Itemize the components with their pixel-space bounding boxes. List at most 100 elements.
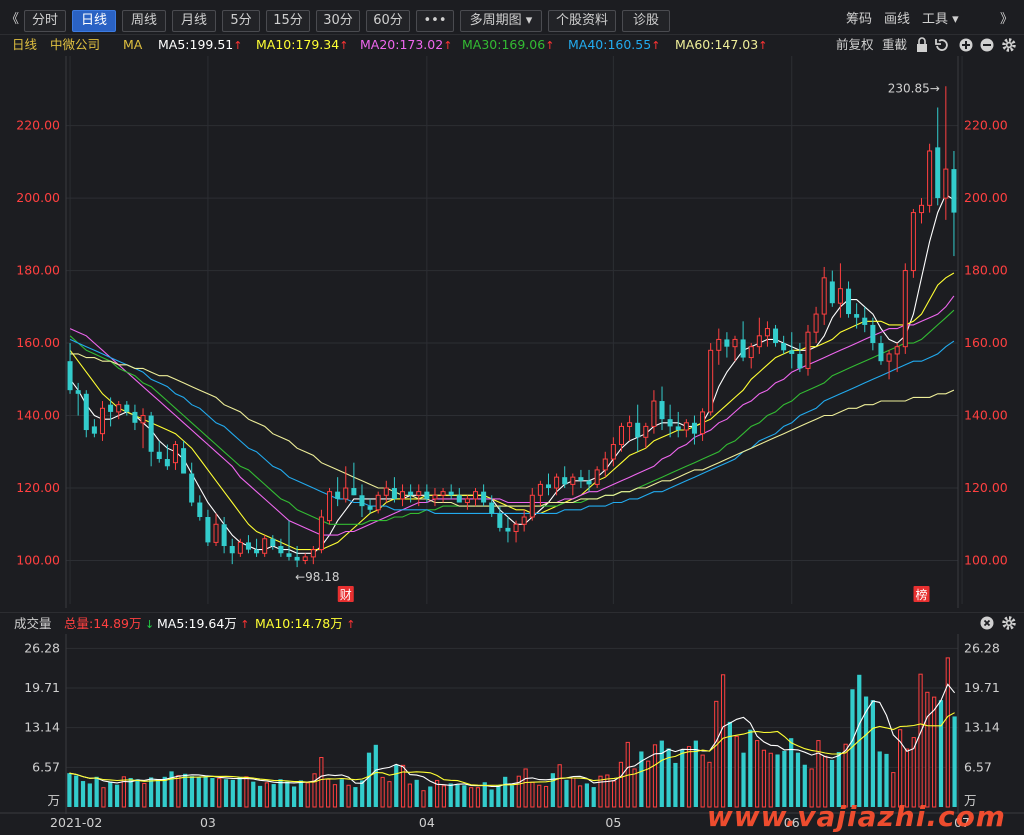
tab-3[interactable]: 月线 xyxy=(172,10,216,32)
x-tick-label: 04 xyxy=(419,815,435,830)
volume-bar xyxy=(605,774,610,808)
volume-bar xyxy=(101,787,106,808)
vol-y-tick-right: 19.71 xyxy=(964,680,1000,695)
close-icon[interactable] xyxy=(980,616,994,630)
volume-bar xyxy=(761,749,767,808)
volume-bar xyxy=(421,790,426,808)
y-tick-label-right: 140.00 xyxy=(964,408,1008,423)
zoom-in-icon[interactable] xyxy=(959,38,973,52)
tab-7[interactable]: 60分 xyxy=(366,10,410,32)
volume-bar xyxy=(571,777,576,808)
candle-body xyxy=(537,483,543,496)
volume-bar xyxy=(462,785,467,807)
tab-1[interactable]: 日线 xyxy=(72,10,116,32)
candle-body xyxy=(124,404,130,412)
volume-bar xyxy=(257,785,263,807)
candle-body xyxy=(156,451,162,460)
ma-legend-item: MA60:147.03↑ xyxy=(675,37,768,52)
tab-2[interactable]: 周线 xyxy=(122,10,166,32)
volume-bar xyxy=(298,780,304,807)
volume-settings-gear-icon[interactable] xyxy=(1002,616,1016,630)
zoom-out-icon[interactable] xyxy=(980,38,994,52)
finance-event-marker[interactable]: 财 xyxy=(337,586,354,602)
tab-5[interactable]: 15分 xyxy=(266,10,310,32)
volume-bar xyxy=(925,691,930,808)
candle-body xyxy=(91,426,97,434)
vol-y-tick-right: 13.14 xyxy=(964,720,1000,735)
volume-bar xyxy=(516,775,521,808)
lock-icon[interactable] xyxy=(917,37,927,52)
stock-name: 中微公司 xyxy=(50,37,101,52)
candle-body xyxy=(635,422,641,438)
collapse-right-icon[interactable]: 》 xyxy=(1000,10,1013,30)
undo-icon[interactable] xyxy=(935,39,948,51)
candle-body xyxy=(602,458,608,471)
volume-bar xyxy=(523,768,528,808)
collapse-left-icon[interactable]: 《 xyxy=(6,10,19,30)
volume-bar xyxy=(142,782,147,808)
candle xyxy=(927,143,933,213)
y-tick-label-right: 220.00 xyxy=(964,118,1008,133)
volume-bar xyxy=(414,779,419,807)
settings-gear-icon[interactable] xyxy=(1002,38,1016,52)
volume-bar xyxy=(489,789,494,807)
volume-bar xyxy=(932,696,937,808)
candle-body xyxy=(148,415,154,452)
y-tick-label-left: 200.00 xyxy=(16,190,60,205)
period-label: 日线 xyxy=(12,37,38,52)
volume-bar xyxy=(727,721,733,807)
candle-body xyxy=(951,169,957,213)
candle-body xyxy=(659,401,665,420)
tab-9[interactable]: 多周期图 ▾ xyxy=(460,10,542,32)
candle-body xyxy=(83,393,89,431)
vol-y-tick-left: 19.71 xyxy=(24,680,60,695)
volume-bar xyxy=(339,779,344,807)
tab-4[interactable]: 5分 xyxy=(222,10,260,32)
candle-body xyxy=(375,494,381,511)
vol-y-tick-left: 26.28 xyxy=(24,640,60,655)
candle-body xyxy=(578,477,584,481)
volume-bar xyxy=(782,750,787,807)
tab-11[interactable]: 诊股 xyxy=(622,10,670,32)
volume-bar xyxy=(312,773,317,808)
candle-body xyxy=(164,459,170,467)
candle-body xyxy=(448,491,454,496)
tab-6[interactable]: 30分 xyxy=(316,10,360,32)
volume-bar xyxy=(251,781,256,807)
volume-bar xyxy=(223,779,229,807)
volume-bar xyxy=(230,779,235,807)
volume-bar xyxy=(714,700,719,808)
volume-bar xyxy=(278,779,283,807)
volume-bar xyxy=(149,777,154,807)
finance-event-marker-text: 财 xyxy=(340,588,352,602)
volume-bar xyxy=(169,771,174,807)
candle-body xyxy=(927,150,933,206)
draw-line-button[interactable]: 画线 xyxy=(884,10,910,30)
volume-bar xyxy=(305,782,310,808)
tab-8[interactable]: ••• xyxy=(416,10,454,32)
candle-body xyxy=(67,361,73,391)
leaderboard-event-marker[interactable]: 榜 xyxy=(913,586,930,602)
chips-button[interactable]: 筹码 xyxy=(846,10,872,30)
volume-bar xyxy=(74,775,79,807)
volume-bar xyxy=(394,764,399,807)
y-tick-label-left: 160.00 xyxy=(16,335,60,350)
reset-button[interactable]: 重截 xyxy=(882,34,907,56)
candle-body xyxy=(813,313,819,333)
candle-body xyxy=(75,390,81,394)
volume-bar xyxy=(938,700,944,807)
tab-10[interactable]: 个股资料 xyxy=(548,10,616,32)
candle-body xyxy=(748,346,754,359)
ma-label: MA xyxy=(123,37,143,52)
candle xyxy=(910,208,916,278)
volume-bar xyxy=(741,752,746,807)
candle-body xyxy=(521,516,527,525)
tab-0[interactable]: 分时 xyxy=(24,10,66,32)
candlestick-chart[interactable]: 220.00 220.00 200.00 200.00 180.00 180.00 160.… xyxy=(0,56,1024,608)
tools-menu[interactable]: 工具 ▾ xyxy=(922,10,959,30)
candle-body xyxy=(724,339,730,347)
x-tick-label: 2021-02 xyxy=(50,815,102,830)
adjust-mode-button[interactable]: 前复权 xyxy=(836,34,874,56)
candle-body xyxy=(854,314,860,318)
volume-bar xyxy=(203,776,208,807)
